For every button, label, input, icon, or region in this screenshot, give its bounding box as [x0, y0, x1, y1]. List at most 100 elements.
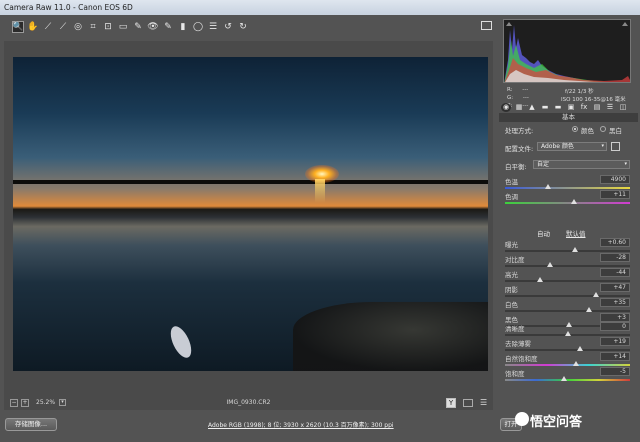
save-image-button[interactable]: 存储图像...: [5, 418, 57, 431]
detail-icon[interactable]: ▲: [527, 103, 537, 112]
snapshots-icon[interactable]: ◫: [618, 103, 628, 112]
bw-label: 黑白: [609, 127, 622, 135]
profile-label: 配置文件:: [505, 145, 534, 153]
spot-removal-icon[interactable]: ✎: [132, 21, 144, 33]
highlights-thumb[interactable]: [537, 277, 543, 282]
color-label: 颜色: [581, 127, 594, 135]
white-balance-label: 白平衡:: [505, 163, 527, 171]
clarity-track[interactable]: [505, 349, 630, 351]
temperature-label: 色温: [505, 178, 518, 186]
profile-select[interactable]: Adobe 颜色 ▾: [537, 142, 607, 151]
treatment-label: 处理方式:: [505, 127, 534, 135]
shadow-clipping-icon[interactable]: [506, 22, 512, 26]
straighten-icon[interactable]: ⊡: [102, 21, 114, 33]
contrast-track[interactable]: [505, 265, 630, 267]
hand-icon[interactable]: ✋: [27, 21, 39, 33]
right-panel: R: --- G: --- B: --- f/22 1/3 秒 ISO 100 …: [497, 15, 640, 410]
saturation-thumb[interactable]: [560, 376, 567, 381]
temperature-value-field[interactable]: 4900: [600, 175, 630, 184]
saturation-value-field[interactable]: -5: [600, 367, 630, 376]
exposure-thumb[interactable]: [572, 247, 578, 252]
red-eye-icon[interactable]: 👁: [147, 21, 159, 33]
vibrance-value-field[interactable]: +14: [600, 352, 630, 361]
texture-thumb[interactable]: [564, 331, 571, 336]
graduated-filter-icon[interactable]: ▮: [177, 21, 189, 33]
shadows-thumb[interactable]: [593, 292, 600, 297]
default-button[interactable]: 默认值: [566, 228, 586, 238]
fish: [166, 323, 196, 361]
watermark-logo: [515, 412, 529, 426]
aperture-shutter-readout: f/22 1/3 秒: [565, 89, 594, 95]
highlight-clipping-icon[interactable]: [622, 22, 628, 26]
tint-label: 色调: [505, 193, 518, 201]
texture-label: 清晰度: [505, 325, 525, 333]
bw-radio[interactable]: [600, 126, 606, 132]
vibrance-thumb[interactable]: [573, 361, 580, 366]
exposure-track[interactable]: [505, 250, 630, 252]
transform-icon[interactable]: ▭: [117, 21, 129, 33]
lens-icon[interactable]: ▣: [566, 103, 576, 112]
workflow-options-link[interactable]: Adobe RGB (1998); 8 位; 3930 x 2620 (10.3…: [208, 420, 394, 429]
temperature-track[interactable]: [505, 187, 630, 189]
vibrance-track[interactable]: [505, 364, 630, 366]
crop-icon[interactable]: ⌗: [87, 21, 99, 33]
white-balance-select[interactable]: 自定 ▾: [533, 160, 630, 169]
clarity-thumb[interactable]: [577, 346, 583, 351]
tint-thumb[interactable]: [570, 199, 577, 204]
target-adjust-icon[interactable]: ◎: [72, 21, 84, 33]
contrast-thumb[interactable]: [547, 262, 553, 267]
curve-icon[interactable]: ▦: [514, 103, 524, 112]
toolbar: 🔍 ✋ ⟋ ⟋ ◎ ⌗ ⊡ ▭ ✎ 👁 ✎ ▮ ◯ ☰ ↺ ↻: [0, 15, 497, 39]
eyedropper-icon[interactable]: ⟋: [42, 21, 54, 33]
rotate-left-icon[interactable]: ↺: [222, 21, 234, 33]
fx-icon[interactable]: fx: [579, 103, 589, 112]
auto-button[interactable]: 自动: [537, 228, 550, 238]
clarity-value-field[interactable]: +19: [600, 337, 630, 346]
fullscreen-button[interactable]: [481, 21, 492, 30]
contrast-value-field[interactable]: -28: [600, 253, 630, 262]
temperature-thumb[interactable]: [544, 184, 551, 189]
toggle-settings-icon[interactable]: [463, 399, 473, 407]
tint-value-field[interactable]: +11: [600, 190, 630, 199]
settings-icon[interactable]: ☰: [480, 398, 487, 408]
presets-icon[interactable]: ☰: [605, 103, 615, 112]
texture-value-field[interactable]: 0: [600, 322, 630, 331]
list-icon[interactable]: ☰: [207, 21, 219, 33]
saturation-label: 饱和度: [505, 370, 525, 378]
hsl-icon[interactable]: ▬: [540, 103, 550, 112]
preview-image[interactable]: [13, 57, 488, 371]
color-sampler-icon[interactable]: ⟋: [57, 21, 69, 33]
r-readout: R: ---: [507, 87, 528, 93]
aperture-icon[interactable]: ◉: [501, 102, 511, 112]
color-radio[interactable]: [572, 126, 578, 132]
whites-track[interactable]: [505, 310, 630, 312]
shadows-track[interactable]: [505, 295, 630, 297]
split-toning-icon[interactable]: ▬: [553, 103, 563, 112]
whites-thumb[interactable]: [585, 307, 592, 312]
profile-value: Adobe 颜色: [541, 143, 574, 150]
r-value: ---: [522, 87, 529, 93]
highlights-track[interactable]: [505, 280, 630, 282]
whites-value-field[interactable]: +35: [600, 298, 630, 307]
radial-filter-icon[interactable]: ◯: [192, 21, 204, 33]
rotate-right-icon[interactable]: ↻: [237, 21, 249, 33]
panel-title: 基本: [499, 113, 638, 122]
shadows-label: 阴影: [505, 286, 518, 294]
before-after-button[interactable]: Y: [446, 398, 456, 408]
exposure-value-field[interactable]: +0.60: [600, 238, 630, 247]
status-bar: − + 25.2% ▾ IMG_0930.CR2 Y ☰: [4, 396, 493, 410]
profile-browser-icon[interactable]: [611, 142, 620, 151]
treeline: [13, 180, 488, 184]
preview-area: [4, 41, 493, 396]
zoom-icon[interactable]: 🔍: [12, 21, 24, 33]
slider-tint: 色调 +11: [505, 190, 630, 209]
calibration-icon[interactable]: ▤: [592, 103, 602, 112]
shadows-value-field[interactable]: +47: [600, 283, 630, 292]
clarity-label: 去除薄雾: [505, 340, 531, 348]
window-title: Camera Raw 11.0 - Canon EOS 6D: [4, 3, 133, 12]
blacks-value-field[interactable]: +3: [600, 313, 630, 322]
brush-icon[interactable]: ✎: [162, 21, 174, 33]
highlights-value-field[interactable]: -44: [600, 268, 630, 277]
saturation-track[interactable]: [505, 379, 630, 381]
tint-track[interactable]: [505, 202, 630, 204]
